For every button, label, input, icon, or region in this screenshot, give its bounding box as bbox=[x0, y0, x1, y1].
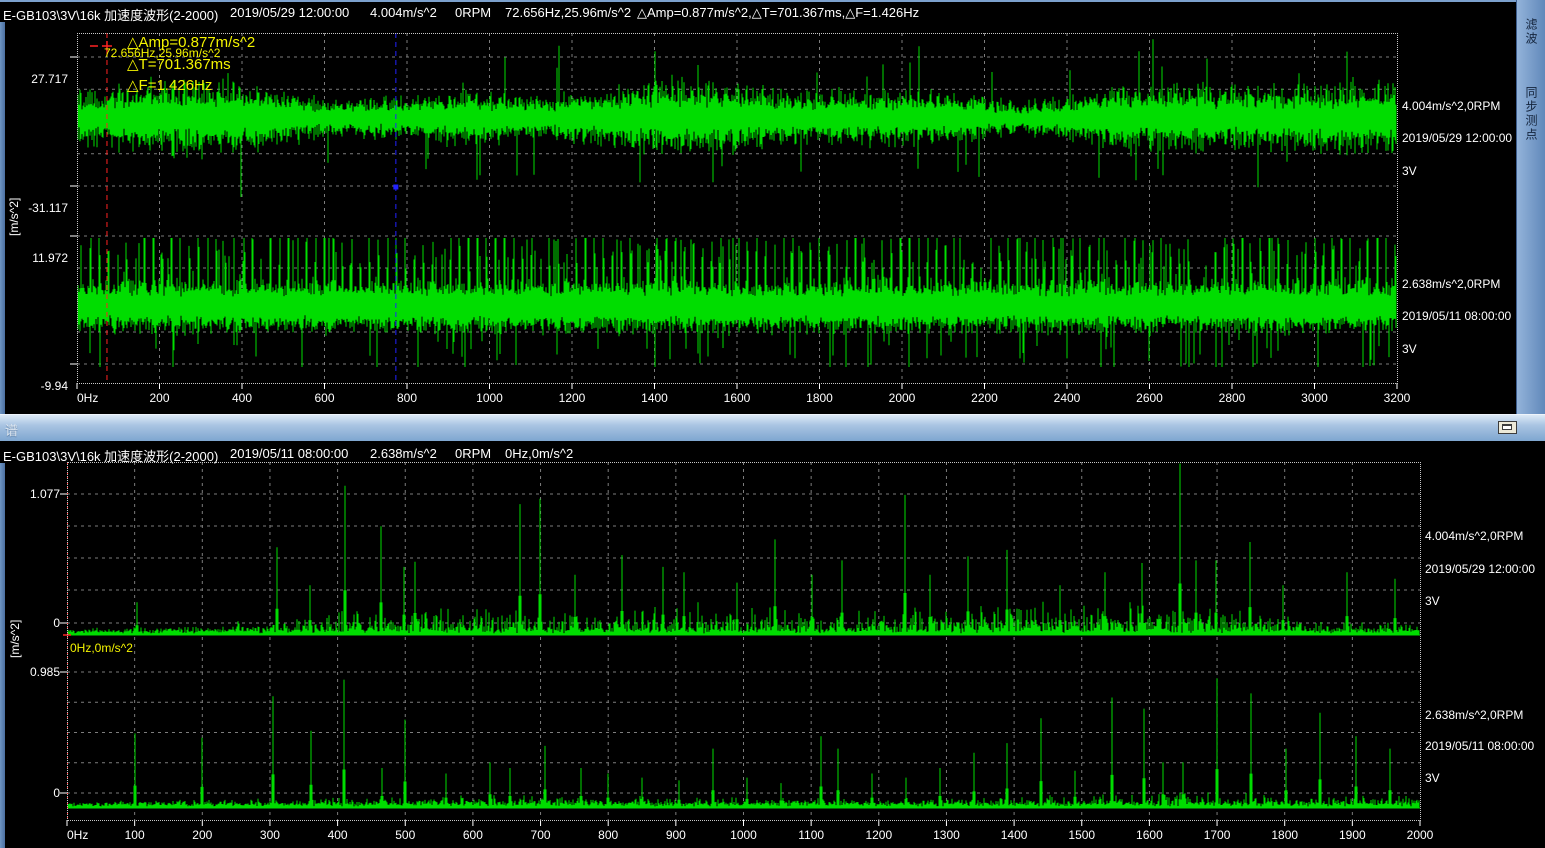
spectrum-y-unit: [m/s^2] bbox=[8, 602, 22, 658]
spectrum-right-label: 2.638m/s^2,0RPM bbox=[1425, 708, 1523, 722]
x-tick-label: 1400 bbox=[641, 391, 668, 405]
x-tick-label: 100 bbox=[125, 828, 145, 842]
waveform-header: E-GB103\3V\16k 加速度波形(2-2000) 2019/05/29 … bbox=[0, 2, 1545, 23]
spectrum-cursor-readout: 0Hz,0m/s^2 bbox=[505, 446, 573, 461]
waveform-y-label: -31.117 bbox=[8, 201, 68, 215]
waveform-y-label: -9.94 bbox=[8, 379, 68, 393]
restore-window-icon bbox=[1502, 424, 1512, 430]
spectrum-y-label: 0 bbox=[0, 786, 60, 800]
x-tick-label: 200 bbox=[192, 828, 212, 842]
x-tick-label: 1200 bbox=[865, 828, 892, 842]
x-tick-label: 1300 bbox=[933, 828, 960, 842]
x-tick-label: 700 bbox=[531, 828, 551, 842]
x-tick-label: 2600 bbox=[1136, 391, 1163, 405]
x-tick-label: 600 bbox=[314, 391, 334, 405]
restore-window-button[interactable] bbox=[1498, 421, 1517, 434]
x-tick-label: 0Hz bbox=[67, 828, 88, 842]
waveform-rpm: 0RPM bbox=[455, 5, 491, 20]
x-tick-label: 2800 bbox=[1219, 391, 1246, 405]
spectrum-cursor-annotation: 0Hz,0m/s^2 bbox=[70, 641, 133, 655]
spectrum-right-label: 2019/05/11 08:00:00 bbox=[1425, 739, 1534, 753]
x-tick-label: 1900 bbox=[1339, 828, 1366, 842]
x-tick-label: 1800 bbox=[806, 391, 833, 405]
x-tick-label: 1600 bbox=[724, 391, 751, 405]
delta-f-annotation: △F=1.426Hz bbox=[127, 76, 212, 94]
x-tick-label: 300 bbox=[260, 828, 280, 842]
x-tick-label: 2000 bbox=[889, 391, 916, 405]
waveform-right-label: 2019/05/29 12:00:00 bbox=[1402, 131, 1512, 145]
waveform-right-label: 2.638m/s^2,0RPM bbox=[1402, 277, 1500, 291]
vibration-analysis-app: E-GB103\3V\16k 加速度波形(2-2000) 2019/05/29 … bbox=[0, 0, 1545, 848]
x-tick-label: 800 bbox=[598, 828, 618, 842]
x-tick-label: 2000 bbox=[1407, 828, 1434, 842]
x-tick-label: 500 bbox=[395, 828, 415, 842]
waveform-datetime: 2019/05/29 12:00:00 bbox=[230, 5, 349, 20]
x-tick-label: 2200 bbox=[971, 391, 998, 405]
x-tick-label: 1600 bbox=[1136, 828, 1163, 842]
spectrum-right-label: 4.004m/s^2,0RPM bbox=[1425, 529, 1523, 543]
spectrum-window-title: 谱 bbox=[5, 420, 18, 439]
x-tick-label: 1000 bbox=[476, 391, 503, 405]
spectrum-rpm: 0RPM bbox=[455, 446, 491, 461]
x-tick-label: 2400 bbox=[1054, 391, 1081, 405]
waveform-right-label: 3V bbox=[1402, 342, 1417, 356]
x-tick-label: 400 bbox=[328, 828, 348, 842]
x-tick-label: 900 bbox=[666, 828, 686, 842]
spectrum-right-label: 2019/05/29 12:00:00 bbox=[1425, 562, 1535, 576]
x-tick-label: 1400 bbox=[1001, 828, 1028, 842]
waveform-right-label: 3V bbox=[1402, 164, 1417, 178]
waveform-delta-readout: △Amp=0.877m/s^2,△T=701.367ms,△F=1.426Hz bbox=[637, 5, 919, 21]
x-tick-label: 1500 bbox=[1068, 828, 1095, 842]
x-tick-label: 3200 bbox=[1384, 391, 1411, 405]
right-toolbar: 滤波 同步测点 bbox=[1516, 0, 1545, 414]
waveform-amplitude: 4.004m/s^2 bbox=[370, 5, 437, 20]
spectrum-y-label: 1.077 bbox=[0, 487, 60, 501]
spectrum-right-label: 3V bbox=[1425, 594, 1440, 608]
x-tick-label: 1700 bbox=[1204, 828, 1231, 842]
filter-button[interactable]: 滤波 bbox=[1521, 18, 1540, 46]
waveform-y-label: 11.972 bbox=[8, 251, 68, 265]
spectrum-y-label: 0.985 bbox=[0, 665, 60, 679]
x-tick-label: 200 bbox=[149, 391, 169, 405]
spectrum-window-titlebar[interactable]: 谱 bbox=[0, 414, 1545, 441]
delta-t-annotation: △T=701.367ms bbox=[127, 55, 231, 73]
x-tick-label: 1100 bbox=[798, 828, 824, 842]
waveform-cursor-readout: 72.656Hz,25.96m/s^2 bbox=[505, 5, 631, 20]
spectrum-datetime: 2019/05/11 08:00:00 bbox=[230, 446, 348, 461]
x-tick-label: 600 bbox=[463, 828, 483, 842]
x-tick-label: 400 bbox=[232, 391, 252, 405]
x-tick-label: 3000 bbox=[1301, 391, 1328, 405]
waveform-y-label: 27.717 bbox=[8, 72, 68, 86]
waveform-right-label: 4.004m/s^2,0RPM bbox=[1402, 99, 1500, 113]
spectrum-right-label: 3V bbox=[1425, 771, 1440, 785]
waveform-plot-border bbox=[77, 33, 1398, 384]
x-tick-label: 1200 bbox=[559, 391, 586, 405]
spectrum-amplitude: 2.638m/s^2 bbox=[370, 446, 437, 461]
x-tick-label: 1000 bbox=[730, 828, 757, 842]
sync-points-button[interactable]: 同步测点 bbox=[1521, 86, 1540, 142]
x-tick-label: 800 bbox=[397, 391, 417, 405]
spectrum-plot-border bbox=[67, 462, 1421, 821]
x-tick-label: 0Hz bbox=[77, 391, 98, 405]
waveform-right-label: 2019/05/11 08:00:00 bbox=[1402, 309, 1511, 323]
delta-amp-annotation: △Amp=0.877m/s^2 bbox=[127, 33, 255, 51]
spectrum-y-label: 0 bbox=[0, 616, 60, 630]
x-tick-label: 1800 bbox=[1271, 828, 1298, 842]
